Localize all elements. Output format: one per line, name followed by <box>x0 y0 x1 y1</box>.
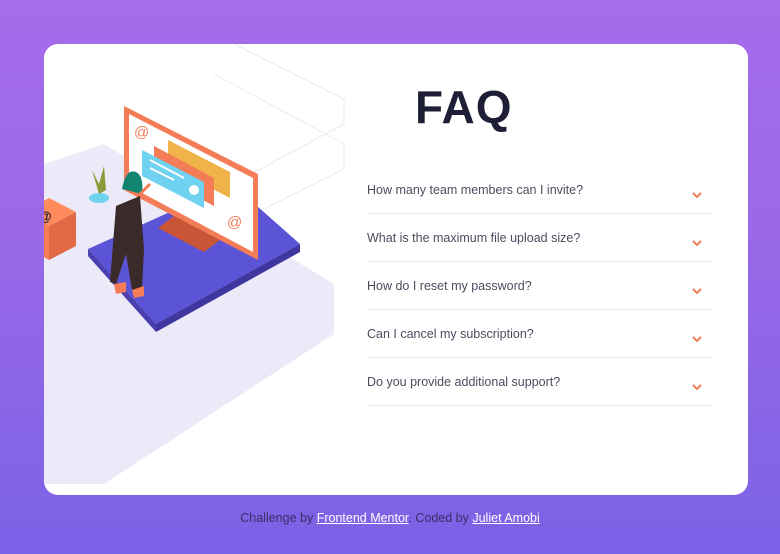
faq-question[interactable]: Can I cancel my subscription? <box>367 327 534 341</box>
chevron-down-icon[interactable] <box>692 240 702 247</box>
faq-item[interactable]: Can I cancel my subscription? <box>367 310 712 358</box>
at-sign-icon: @ <box>134 124 149 141</box>
footer-middle: . Coded by <box>408 511 469 525</box>
faq-item[interactable]: How many team members can I invite? <box>367 166 712 214</box>
faq-question[interactable]: What is the maximum file upload size? <box>367 231 580 245</box>
footer-prefix: Challenge by <box>240 511 314 525</box>
at-sign-icon-2: @ <box>227 214 242 231</box>
faq-card: @ @ @ FAQ How many team members can I in… <box>44 44 748 495</box>
chevron-down-icon[interactable] <box>692 384 702 391</box>
faq-question[interactable]: How do I reset my password? <box>367 279 532 293</box>
woman-online-illustration: @ @ @ <box>44 44 345 484</box>
at-box-icon: @ <box>44 208 52 224</box>
page-title: FAQ <box>415 81 513 133</box>
frontend-mentor-link[interactable]: Frontend Mentor <box>317 511 409 525</box>
faq-question[interactable]: Do you provide additional support? <box>367 375 560 389</box>
plant-pot <box>89 193 109 203</box>
faq-item[interactable]: Do you provide additional support? <box>367 358 712 406</box>
chevron-down-icon[interactable] <box>692 192 702 199</box>
chevron-down-icon[interactable] <box>692 336 702 343</box>
faq-item[interactable]: How do I reset my password? <box>367 262 712 310</box>
faq-item[interactable]: What is the maximum file upload size? <box>367 214 712 262</box>
chevron-down-icon[interactable] <box>692 288 702 295</box>
attribution-footer: Challenge by Frontend Mentor. Coded by J… <box>0 511 780 525</box>
faq-accordion: How many team members can I invite? What… <box>367 166 712 406</box>
faq-question[interactable]: How many team members can I invite? <box>367 183 583 197</box>
author-link[interactable]: Juliet Amobi <box>472 511 539 525</box>
